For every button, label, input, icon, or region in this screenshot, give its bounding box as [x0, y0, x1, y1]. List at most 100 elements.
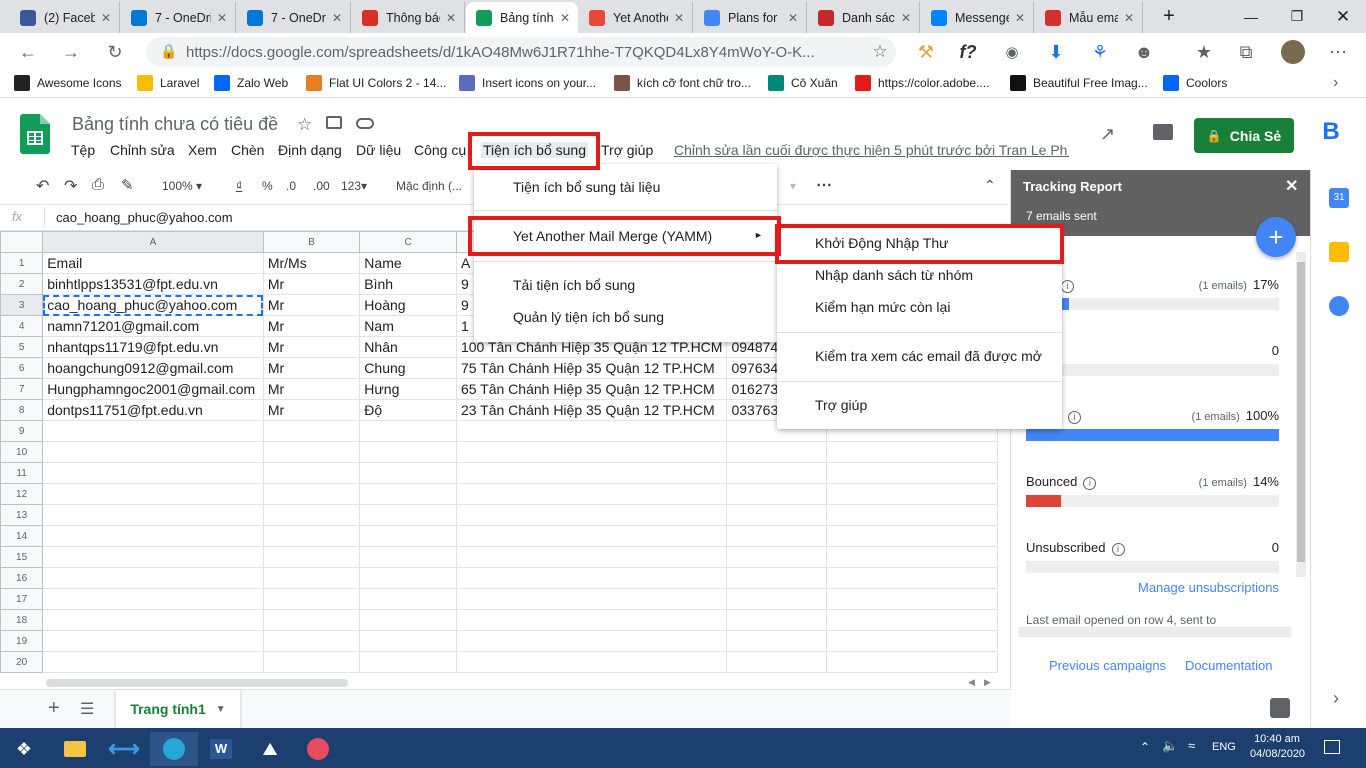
- cell[interactable]: [42, 483, 264, 505]
- menu-item-import-group[interactable]: Nhập danh sách từ nhóm: [815, 267, 973, 283]
- bookmark-item[interactable]: kích cỡ font chữ tro...: [614, 75, 751, 91]
- formula-input[interactable]: cao_hoang_phuc@yahoo.com: [56, 210, 233, 225]
- favorites-icon[interactable]: ★: [1190, 38, 1218, 66]
- cell[interactable]: [825, 630, 998, 652]
- cell[interactable]: [42, 546, 264, 568]
- cell[interactable]: [825, 462, 998, 484]
- browser-tab[interactable]: Danh sách ✕: [808, 2, 920, 33]
- bookmark-item[interactable]: Awesome Icons: [14, 75, 122, 91]
- reload-icon[interactable]: ↻: [101, 38, 129, 66]
- row-header[interactable]: 5: [0, 336, 44, 358]
- info-icon[interactable]: i: [1083, 477, 1097, 490]
- cell[interactable]: [42, 651, 264, 673]
- menu-item-manage-addons[interactable]: Quản lý tiện ích bổ sung: [513, 309, 664, 325]
- cell[interactable]: [726, 525, 827, 547]
- cell[interactable]: [455, 651, 728, 673]
- cell[interactable]: [455, 441, 728, 463]
- address-bar[interactable]: 🔒 https://docs.google.com/spreadsheets/d…: [146, 37, 896, 67]
- cell[interactable]: [359, 630, 457, 652]
- calendar-icon[interactable]: 31: [1329, 188, 1349, 208]
- menu-item-doc-addons[interactable]: Tiện ích bổ sung tài liệu: [513, 179, 660, 195]
- cell[interactable]: [455, 609, 728, 631]
- all-sheets-icon[interactable]: ☰: [80, 699, 94, 719]
- sheets-logo-icon[interactable]: [20, 114, 50, 154]
- cell[interactable]: [262, 441, 361, 463]
- cell[interactable]: [42, 525, 264, 547]
- photos-icon[interactable]: ⛰: [250, 732, 290, 766]
- account-logo[interactable]: B: [1318, 118, 1344, 152]
- row-header[interactable]: 3: [0, 294, 44, 316]
- cell[interactable]: [262, 504, 361, 526]
- menu-item-check-quota[interactable]: Kiểm hạn mức còn lại: [815, 299, 950, 315]
- add-fab-button[interactable]: +: [1256, 217, 1296, 257]
- cell[interactable]: [262, 609, 361, 631]
- print-icon[interactable]: ⎙: [92, 176, 104, 193]
- cell[interactable]: Mr: [262, 315, 361, 337]
- cell[interactable]: nhantqps11719@fpt.edu.vn: [42, 336, 264, 358]
- windows-start-icon[interactable]: ❖: [4, 732, 44, 766]
- collections-icon[interactable]: ⧉: [1232, 38, 1260, 66]
- select-all-corner[interactable]: [0, 231, 44, 253]
- bookmark-item[interactable]: Coolors: [1163, 75, 1227, 91]
- cell[interactable]: [42, 567, 264, 589]
- cell[interactable]: [726, 504, 827, 526]
- comments-icon[interactable]: [1153, 124, 1173, 140]
- cell[interactable]: Chung: [359, 357, 457, 379]
- cell[interactable]: hoangchung0912@gmail.com: [42, 357, 264, 379]
- extension-user-icon[interactable]: ⚘: [1086, 38, 1114, 66]
- keep-icon[interactable]: [1329, 242, 1349, 262]
- bookmark-star-icon[interactable]: ☆: [866, 38, 894, 66]
- column-header[interactable]: B: [262, 231, 361, 253]
- extension-hammer-icon[interactable]: ⚒: [912, 38, 940, 66]
- toolbar-dropdown-icon[interactable]: ▾: [790, 179, 796, 193]
- add-sheet-icon[interactable]: +: [48, 697, 60, 720]
- cell[interactable]: Nhân: [359, 336, 457, 358]
- cell[interactable]: [262, 588, 361, 610]
- cell[interactable]: [359, 651, 457, 673]
- cell[interactable]: 23 Tân Chánh Hiệp 35 Quận 12 TP.HCM: [455, 399, 728, 421]
- cell[interactable]: Email: [42, 252, 264, 274]
- row-header[interactable]: 19: [0, 630, 44, 652]
- cell[interactable]: namn71201@gmail.com: [42, 315, 264, 337]
- bookmark-item[interactable]: Flat UI Colors 2 - 14...: [306, 75, 446, 91]
- cell[interactable]: [825, 525, 998, 547]
- cell[interactable]: [825, 588, 998, 610]
- row-header[interactable]: 10: [0, 441, 44, 463]
- browser-tab[interactable]: Plans for ✕: [694, 2, 807, 33]
- paint-format-icon[interactable]: ✎: [121, 176, 134, 194]
- cell[interactable]: [726, 483, 827, 505]
- browser-tab[interactable]: Thông báo ✕: [352, 2, 465, 33]
- cell[interactable]: [726, 651, 827, 673]
- cell[interactable]: [262, 546, 361, 568]
- cell[interactable]: dontps11751@fpt.edu.vn: [42, 399, 264, 421]
- browser-tab[interactable]: Yet Another ✕: [579, 2, 693, 33]
- sidebar-scrollbar[interactable]: [1296, 252, 1306, 577]
- cell[interactable]: Mr: [262, 336, 361, 358]
- menu-3[interactable]: Chèn: [231, 142, 264, 158]
- cell[interactable]: Mr: [262, 399, 361, 421]
- cell[interactable]: [726, 588, 827, 610]
- share-button[interactable]: 🔒 Chia Sẻ: [1194, 118, 1294, 153]
- extension-bug-icon[interactable]: ☻: [1130, 38, 1158, 66]
- cell[interactable]: 65 Tân Chánh Hiệp 35 Quận 12 TP.HCM: [455, 378, 728, 400]
- move-folder-icon[interactable]: [326, 116, 342, 129]
- activity-trend-icon[interactable]: ↗: [1100, 124, 1115, 145]
- menu-item-check-opened[interactable]: Kiểm tra xem các email đã được mở: [815, 348, 1042, 364]
- info-icon[interactable]: i: [1068, 411, 1082, 424]
- menu-1[interactable]: Chỉnh sửa: [110, 142, 175, 158]
- redo-icon[interactable]: ↷: [64, 176, 77, 196]
- cell[interactable]: Mr: [262, 378, 361, 400]
- menu-0[interactable]: Tệp: [71, 142, 95, 158]
- sheet-tab-dropdown-icon[interactable]: ▼: [216, 704, 226, 715]
- wifi-icon[interactable]: ≈: [1188, 738, 1195, 753]
- language-indicator[interactable]: ENG: [1212, 741, 1236, 753]
- row-header[interactable]: 15: [0, 546, 44, 568]
- menu-4[interactable]: Định dạng: [278, 142, 342, 158]
- cell[interactable]: [455, 483, 728, 505]
- cell[interactable]: [262, 651, 361, 673]
- cell[interactable]: 75 Tân Chánh Hiệp 35 Quận 12 TP.HCM: [455, 357, 728, 379]
- cell[interactable]: cao_hoang_phuc@yahoo.com: [42, 294, 264, 316]
- cell[interactable]: [262, 630, 361, 652]
- cell[interactable]: Name: [359, 252, 457, 274]
- cell[interactable]: [726, 462, 827, 484]
